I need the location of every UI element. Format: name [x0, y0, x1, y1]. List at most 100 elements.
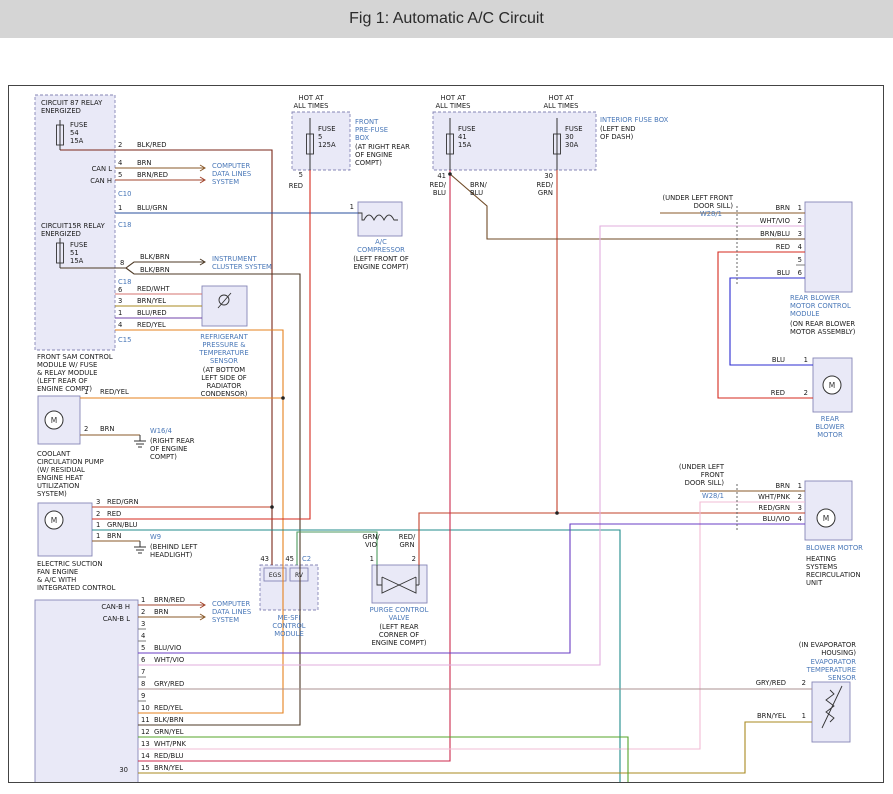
- diagram-label: BLU/VIO: [763, 515, 790, 523]
- diagram-label: 5: [318, 133, 322, 141]
- diagram-label: BRN: [154, 608, 168, 616]
- diagram-label: HEADLIGHT): [150, 551, 193, 559]
- diagram-label: ALL TIMES: [543, 102, 578, 110]
- diagram-label: 30: [119, 766, 128, 774]
- diagram-label: ELECTRIC SUCTION: [37, 560, 103, 568]
- refrigerant-sensor-box: [202, 286, 247, 326]
- diagram-label: DATA LINES: [212, 170, 251, 178]
- diagram-label: 41: [458, 133, 467, 141]
- diagram-label: 10: [141, 704, 150, 712]
- diagram-label: BRN: [776, 482, 790, 490]
- diagram-label: BLU: [777, 269, 790, 277]
- bottom-module-box: [35, 600, 138, 782]
- diagram-label: 2: [798, 217, 802, 225]
- diagram-label: W28/1: [700, 210, 722, 218]
- diagram-label: FRONT: [701, 471, 725, 479]
- diagram-label: RED/: [429, 181, 446, 189]
- diagram-label: (LEFT REAR OF: [37, 377, 88, 385]
- diagram-label: MODULE W/ FUSE: [37, 361, 97, 369]
- diagram-label: 15A: [70, 257, 84, 265]
- diagram-label: ME-SFI: [278, 614, 301, 622]
- diagram-label: CIRCUIT 87 RELAY: [41, 99, 103, 107]
- diagram-label: RED/GRN: [107, 498, 139, 506]
- diagram-label: FUSE: [565, 125, 583, 133]
- diagram-label: BRN/BLU: [760, 230, 790, 238]
- junction-dot: [281, 396, 285, 400]
- diagram-label: 1: [84, 388, 88, 396]
- diagram-label: 45: [285, 555, 294, 563]
- figure-title: Fig 1: Automatic A/C Circuit: [349, 10, 544, 28]
- diagram-label: 5: [798, 256, 802, 264]
- diagram-label: (AT BOTTOM: [203, 366, 246, 374]
- diagram-label: 125A: [318, 141, 336, 149]
- diagram-label: CONTROL: [272, 622, 305, 630]
- diagram-label: BLU/RED: [137, 309, 167, 317]
- diagram-label: 3: [798, 504, 802, 512]
- diagram-label: 1: [350, 203, 354, 211]
- diagram-label: INSTRUMENT: [212, 255, 257, 263]
- diagram-label: PRESSURE &: [202, 341, 246, 349]
- diagram-label: 2: [412, 555, 416, 563]
- diagram-label: 1: [370, 555, 374, 563]
- junction-dot: [270, 505, 274, 509]
- diagram-label: RADIATOR: [207, 382, 242, 390]
- diagram-label: 1: [141, 596, 145, 604]
- diagram-label: TEMPERATURE: [198, 349, 248, 357]
- diagram-label: RED/YEL: [154, 704, 183, 712]
- diagram-label: BLU: [470, 189, 483, 197]
- diagram-label: 7: [141, 668, 145, 676]
- diagram-label: 51: [70, 249, 79, 257]
- diagram-label: RED/GRN: [758, 504, 790, 512]
- diagram-label: (LEFT END: [600, 125, 635, 133]
- diagram-label: HEATING: [806, 555, 836, 563]
- diagram-label: BLU/VIO: [154, 644, 181, 652]
- diagram-label: FRONT SAM CONTROL: [37, 353, 113, 361]
- diagram-label: 15A: [70, 137, 84, 145]
- diagram-label: 15: [141, 764, 150, 772]
- diagram-label: 1: [804, 356, 808, 364]
- diagram-label: DATA LINES: [212, 608, 251, 616]
- diagram-label: OF DASH): [600, 133, 634, 141]
- diagram-label: 1: [798, 204, 802, 212]
- diagram-label: PRE-FUSE: [355, 126, 388, 134]
- diagram-label: 4: [798, 243, 802, 251]
- wire-brnblu: [450, 174, 805, 239]
- diagram-label: BLOWER: [815, 423, 845, 431]
- diagram-label: CAN L: [92, 165, 113, 173]
- diagram-label: C18: [118, 278, 131, 286]
- diagram-label: COMPT): [150, 453, 177, 461]
- diagram-label: FUSE: [70, 121, 88, 129]
- diagram-label: 8: [141, 680, 145, 688]
- diagram-label: 3: [118, 297, 122, 305]
- figure-title-bar: Fig 1: Automatic A/C Circuit: [0, 0, 893, 38]
- diagram-label: BLOWER MOTOR: [806, 544, 863, 552]
- diagram-label: (IN EVAPORATOR: [799, 641, 857, 649]
- diagram-label: LEFT SIDE OF: [201, 374, 247, 382]
- diagram-label: (ON REAR BLOWER: [790, 320, 855, 328]
- diagram-label: C2: [302, 555, 311, 563]
- diagram-label: W28/1: [702, 492, 724, 500]
- diagram-label: MODULE: [790, 310, 820, 318]
- motor-icon-label: M: [51, 516, 57, 525]
- wire-redgrn: [419, 513, 557, 565]
- diagram-label: FUSE: [70, 241, 88, 249]
- diagram-label: 6: [118, 286, 122, 294]
- diagram-label: SYSTEM): [37, 490, 67, 498]
- diagram-label: 1: [798, 482, 802, 490]
- diagram-label: 2: [802, 679, 806, 687]
- diagram-label: ENERGIZED: [41, 107, 81, 115]
- diagram-label: CLUSTER SYSTEM: [212, 263, 272, 271]
- diagram-label: MOTOR CONTROL: [790, 302, 851, 310]
- diagram-label: C18: [118, 221, 131, 229]
- diagram-label: CONDENSOR): [201, 390, 248, 398]
- diagram-label: ENGINE COMPT): [371, 639, 426, 647]
- diagram-label: EVAPORATOR: [811, 658, 857, 666]
- diagram-label: 3: [798, 230, 802, 238]
- diagram-label: RED/WHT: [137, 285, 170, 293]
- diagram-label: (UNDER LEFT: [679, 463, 725, 471]
- diagram-label: REAR BLOWER: [790, 294, 840, 302]
- diagram-label: 5: [141, 644, 145, 652]
- diagram-label: GRY/RED: [154, 680, 184, 688]
- diagram-label: CIRCUIT15R RELAY: [41, 222, 106, 230]
- diagram-label: 54: [70, 129, 79, 137]
